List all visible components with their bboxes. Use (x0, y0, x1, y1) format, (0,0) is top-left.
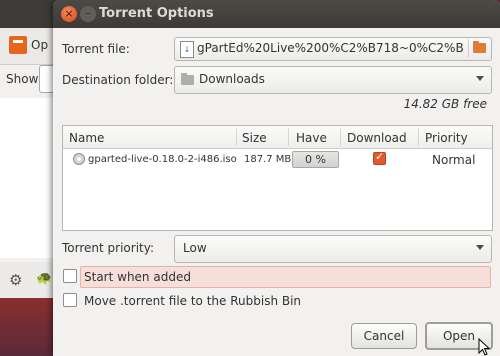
start-when-added-checkbox[interactable] (63, 269, 77, 283)
close-button[interactable]: × (61, 6, 77, 22)
torrent-file-label: Torrent file: (62, 42, 130, 56)
destination-folder-combo[interactable]: Downloads (174, 66, 492, 94)
files-table-header: Name Size Have Download Priority (63, 126, 492, 149)
torrent-file-chooser[interactable]: ↓ gPartEd%20Live%200%C2%B718~0%C2%B72... (174, 37, 492, 61)
open-torrent-icon[interactable] (9, 36, 27, 54)
column-header-priority[interactable]: Priority (425, 131, 468, 145)
chevron-down-icon (476, 76, 484, 81)
torrent-priority-label: Torrent priority: (62, 241, 155, 255)
torrent-options-dialog: × – Torrent Options Torrent file: ↓ gPar… (53, 0, 500, 356)
mouse-pointer-icon (478, 338, 490, 356)
column-header-name[interactable]: Name (69, 131, 104, 145)
file-icon: ↓ (180, 41, 194, 58)
disc-icon (73, 153, 85, 165)
free-space-text: 14.82 GB free (403, 97, 487, 111)
priority-cell[interactable]: Normal (432, 153, 475, 167)
dialog-title: Torrent Options (99, 6, 214, 21)
minimize-button[interactable]: – (80, 6, 96, 22)
gear-icon[interactable]: ⚙ (9, 271, 22, 289)
destination-folder-value: Downloads (199, 72, 265, 86)
minimize-icon: – (85, 6, 91, 20)
folder-icon (181, 73, 194, 85)
cancel-button[interactable]: Cancel (351, 323, 417, 349)
start-when-added-label[interactable]: Start when added (84, 270, 191, 284)
torrent-priority-value: Low (183, 241, 207, 255)
move-torrent-checkbox[interactable] (63, 293, 77, 307)
open-toolbar-label[interactable]: Op (31, 38, 48, 52)
column-header-have[interactable]: Have (296, 131, 327, 145)
torrent-priority-combo[interactable]: Low (174, 235, 492, 263)
column-header-size[interactable]: Size (242, 131, 267, 145)
chevron-down-icon (476, 245, 484, 250)
files-table[interactable]: Name Size Have Download Priority gparted… (62, 125, 493, 231)
download-checkbox[interactable] (373, 150, 386, 165)
dialog-titlebar[interactable]: × – Torrent Options (53, 0, 500, 28)
have-progress-bar: 0 % (292, 151, 339, 168)
table-row[interactable]: gparted-live-0.18.0-2-i486.iso 187.7 MB … (63, 149, 492, 169)
column-header-download[interactable]: Download (347, 131, 407, 145)
close-icon: × (64, 7, 74, 20)
file-size-cell: 187.7 MB (244, 154, 292, 165)
folder-icon (473, 41, 486, 53)
torrent-file-name: gPartEd%20Live%200%C2%B718~0%C2%B72... (197, 41, 463, 55)
browse-button[interactable] (468, 39, 489, 57)
move-torrent-label[interactable]: Move .torrent file to the Rubbish Bin (84, 294, 301, 308)
filter-show-label: Show: (6, 72, 42, 86)
file-name-cell: gparted-live-0.18.0-2-i486.iso (88, 154, 237, 165)
turtle-icon[interactable]: 🐢 (36, 271, 52, 286)
destination-folder-label: Destination folder: (62, 73, 174, 87)
